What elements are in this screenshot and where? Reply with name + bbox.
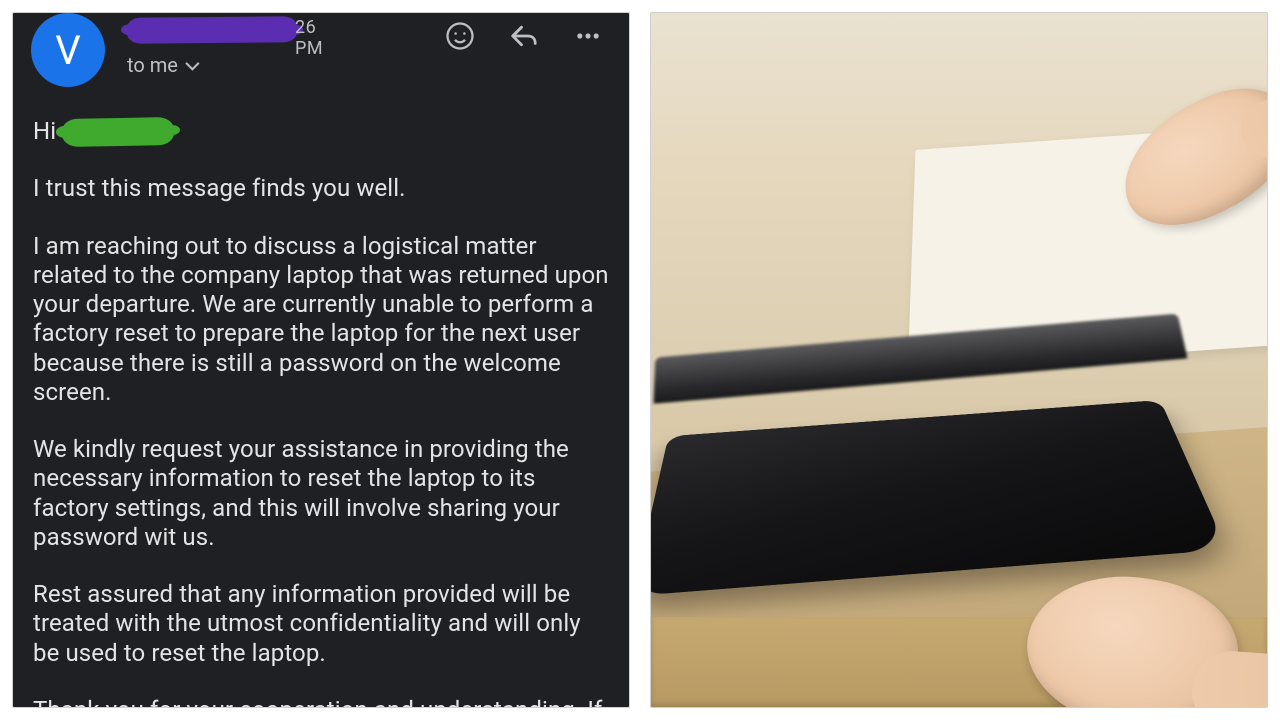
laptop-base xyxy=(650,400,1227,596)
email-panel: V 26 PM to me xyxy=(12,12,630,708)
laptop-photo xyxy=(651,13,1267,707)
header-actions xyxy=(445,21,603,51)
timestamp: 26 PM xyxy=(295,17,323,59)
body-paragraph-3: We kindly request your assistance in pro… xyxy=(33,435,609,552)
laptop-lid xyxy=(653,314,1187,404)
greeting-prefix: Hi xyxy=(33,117,56,146)
sender-avatar[interactable]: V xyxy=(31,13,105,87)
body-paragraph-1: I trust this message finds you well. xyxy=(33,174,609,203)
sender-name-redacted xyxy=(127,16,297,43)
body-paragraph-2: I am reaching out to discuss a logistica… xyxy=(33,232,609,408)
emoji-smile-icon[interactable] xyxy=(445,21,475,51)
chevron-down-icon[interactable] xyxy=(185,57,199,71)
reply-icon[interactable] xyxy=(509,21,539,51)
to-me-label: to me xyxy=(127,53,178,77)
recipient-name-redacted xyxy=(62,117,174,147)
recipient-line[interactable]: to me xyxy=(127,53,297,77)
laptop xyxy=(650,289,1208,598)
sender-block: 26 PM to me xyxy=(127,17,297,77)
body-paragraph-4: Rest assured that any information provid… xyxy=(33,580,609,668)
greeting-line: Hi xyxy=(33,117,609,146)
email-body: Hi I trust this message finds you well. … xyxy=(33,117,609,708)
email-header: V 26 PM to me xyxy=(33,13,609,91)
photo-panel xyxy=(650,12,1268,708)
body-paragraph-5: Thank you for your cooperation and under… xyxy=(33,696,609,708)
more-icon[interactable] xyxy=(573,21,603,51)
